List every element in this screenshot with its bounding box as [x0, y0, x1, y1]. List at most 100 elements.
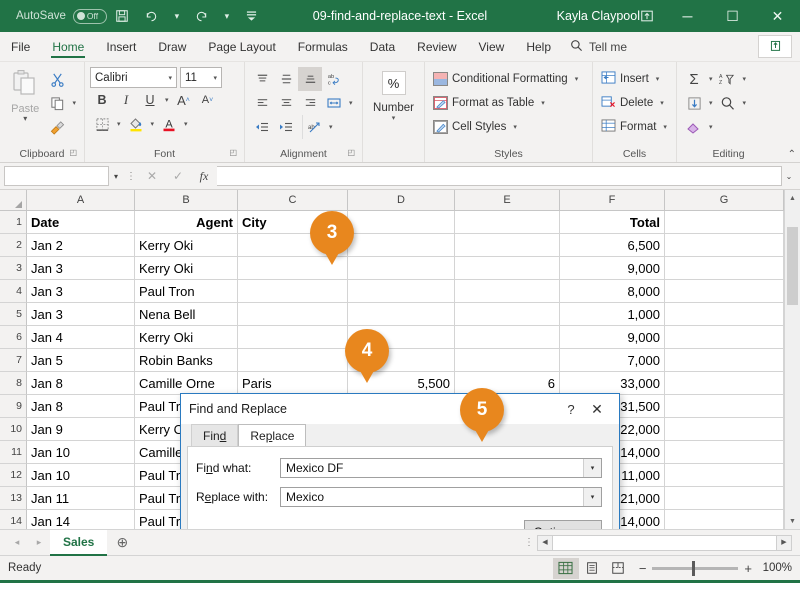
- normal-view-icon[interactable]: [552, 557, 579, 579]
- tab-review[interactable]: Review: [406, 32, 467, 61]
- conditional-formatting-dropdown-icon[interactable]: ▾: [572, 75, 582, 83]
- zoom-out-button[interactable]: −: [639, 561, 647, 576]
- cell-E4[interactable]: [455, 280, 560, 303]
- tab-draw[interactable]: Draw: [147, 32, 197, 61]
- align-center-icon[interactable]: [274, 91, 298, 115]
- options-button[interactable]: Options >>: [524, 520, 602, 529]
- clear-icon[interactable]: [682, 115, 706, 139]
- clear-dropdown-icon[interactable]: ▾: [706, 123, 716, 131]
- paste-dropdown-icon[interactable]: ▾: [20, 115, 30, 123]
- cell-G8[interactable]: [665, 372, 784, 395]
- conditional-formatting-button[interactable]: Conditional Formatting ▾: [433, 67, 581, 91]
- column-header-B[interactable]: B: [135, 190, 238, 211]
- next-sheet-icon[interactable]: ▸: [28, 537, 50, 548]
- cell-C7[interactable]: [238, 349, 348, 372]
- cell-A4[interactable]: Jan 3: [27, 280, 135, 303]
- select-all-corner[interactable]: [0, 190, 27, 211]
- ribbon-display-options-icon[interactable]: [629, 0, 665, 32]
- cell-G12[interactable]: [665, 464, 784, 487]
- sort-and-filter-icon[interactable]: AZ: [716, 67, 740, 91]
- cell-G11[interactable]: [665, 441, 784, 464]
- font-name-dropdown-icon[interactable]: ▾: [168, 74, 172, 82]
- formula-bar-grip[interactable]: ⋮: [123, 171, 139, 182]
- paste-button[interactable]: Paste ▾: [5, 67, 45, 123]
- cell-F5[interactable]: 1,000: [560, 303, 665, 326]
- cell-G4[interactable]: [665, 280, 784, 303]
- align-middle-icon[interactable]: [274, 67, 298, 91]
- grow-font-icon[interactable]: A ˄: [172, 88, 196, 112]
- column-header-A[interactable]: A: [27, 190, 135, 211]
- underline-dropdown-icon[interactable]: ▾: [162, 96, 172, 104]
- find-what-dropdown-icon[interactable]: ▾: [583, 459, 601, 477]
- cell-B7[interactable]: Robin Banks: [135, 349, 238, 372]
- cell-F3[interactable]: 9,000: [560, 257, 665, 280]
- cell-C4[interactable]: [238, 280, 348, 303]
- find-what-combo[interactable]: Mexico DF ▾: [280, 458, 602, 478]
- increase-indent-icon[interactable]: [274, 115, 298, 139]
- autosum-icon[interactable]: Σ: [682, 67, 706, 91]
- cell-D2[interactable]: [348, 234, 455, 257]
- cell-G1[interactable]: [665, 211, 784, 234]
- cell-A5[interactable]: Jan 3: [27, 303, 135, 326]
- align-right-icon[interactable]: [298, 91, 322, 115]
- cell-C5[interactable]: [238, 303, 348, 326]
- redo-dropdown-icon[interactable]: ▾: [217, 0, 237, 32]
- fill-icon[interactable]: [682, 91, 706, 115]
- previous-sheet-icon[interactable]: ◂: [6, 537, 28, 548]
- autosum-dropdown-icon[interactable]: ▾: [706, 75, 716, 83]
- tab-formulas[interactable]: Formulas: [287, 32, 359, 61]
- column-header-D[interactable]: D: [348, 190, 455, 211]
- zoom-slider[interactable]: [652, 560, 739, 576]
- cell-E3[interactable]: [455, 257, 560, 280]
- dialog-close-icon[interactable]: ✕: [583, 401, 611, 418]
- customize-quick-access-icon[interactable]: [237, 0, 267, 32]
- maximize-button[interactable]: ☐: [710, 0, 755, 32]
- enter-icon[interactable]: ✓: [165, 166, 191, 186]
- percent-style-icon[interactable]: %: [381, 71, 406, 95]
- share-button[interactable]: [758, 35, 792, 58]
- cell-G7[interactable]: [665, 349, 784, 372]
- sheet-tab-sales[interactable]: Sales: [50, 529, 108, 556]
- font-color-icon[interactable]: A: [157, 112, 181, 136]
- cell-A7[interactable]: Jan 5: [27, 349, 135, 372]
- align-left-icon[interactable]: [250, 91, 274, 115]
- cell-E5[interactable]: [455, 303, 560, 326]
- copy-button[interactable]: [45, 91, 69, 115]
- cell-F8[interactable]: 33,000: [560, 372, 665, 395]
- zoom-level-label[interactable]: 100%: [758, 562, 792, 574]
- redo-icon[interactable]: [187, 0, 217, 32]
- undo-icon[interactable]: [137, 0, 167, 32]
- column-header-G[interactable]: G: [665, 190, 784, 211]
- row-header-8[interactable]: 8: [0, 372, 27, 395]
- add-sheet-icon[interactable]: ⊕: [107, 534, 137, 551]
- cell-F1[interactable]: Total: [560, 211, 665, 234]
- sheet-bar-grip[interactable]: ⋮: [521, 537, 537, 548]
- column-header-C[interactable]: C: [238, 190, 348, 211]
- horizontal-scroll-track[interactable]: [553, 535, 776, 550]
- number-format-dropdown-icon[interactable]: ▾: [389, 114, 399, 122]
- scroll-up-icon[interactable]: ▲: [785, 190, 800, 206]
- cell-B8[interactable]: Camille Orne: [135, 372, 238, 395]
- cell-G6[interactable]: [665, 326, 784, 349]
- find-what-input[interactable]: Mexico DF: [281, 461, 583, 475]
- cell-F2[interactable]: 6,500: [560, 234, 665, 257]
- cell-F4[interactable]: 8,000: [560, 280, 665, 303]
- fill-dropdown-icon[interactable]: ▾: [706, 99, 716, 107]
- cancel-icon[interactable]: ✕: [139, 166, 165, 186]
- format-as-table-button[interactable]: Format as Table ▾: [433, 91, 581, 115]
- formula-input[interactable]: [217, 166, 782, 186]
- merge-dropdown-icon[interactable]: ▾: [346, 99, 356, 107]
- name-box[interactable]: [4, 166, 109, 186]
- font-dialog-launcher-icon[interactable]: ◰: [229, 145, 237, 161]
- tab-help[interactable]: Help: [515, 32, 562, 61]
- row-header-1[interactable]: 1: [0, 211, 27, 234]
- row-header-6[interactable]: 6: [0, 326, 27, 349]
- format-cells-dropdown-icon[interactable]: ▾: [660, 123, 670, 131]
- cell-G9[interactable]: [665, 395, 784, 418]
- tab-insert[interactable]: Insert: [95, 32, 147, 61]
- cell-E2[interactable]: [455, 234, 560, 257]
- orientation-icon[interactable]: ab: [302, 115, 326, 139]
- clipboard-dialog-launcher-icon[interactable]: ◰: [69, 145, 77, 161]
- decrease-indent-icon[interactable]: [250, 115, 274, 139]
- italic-button[interactable]: I: [114, 88, 138, 112]
